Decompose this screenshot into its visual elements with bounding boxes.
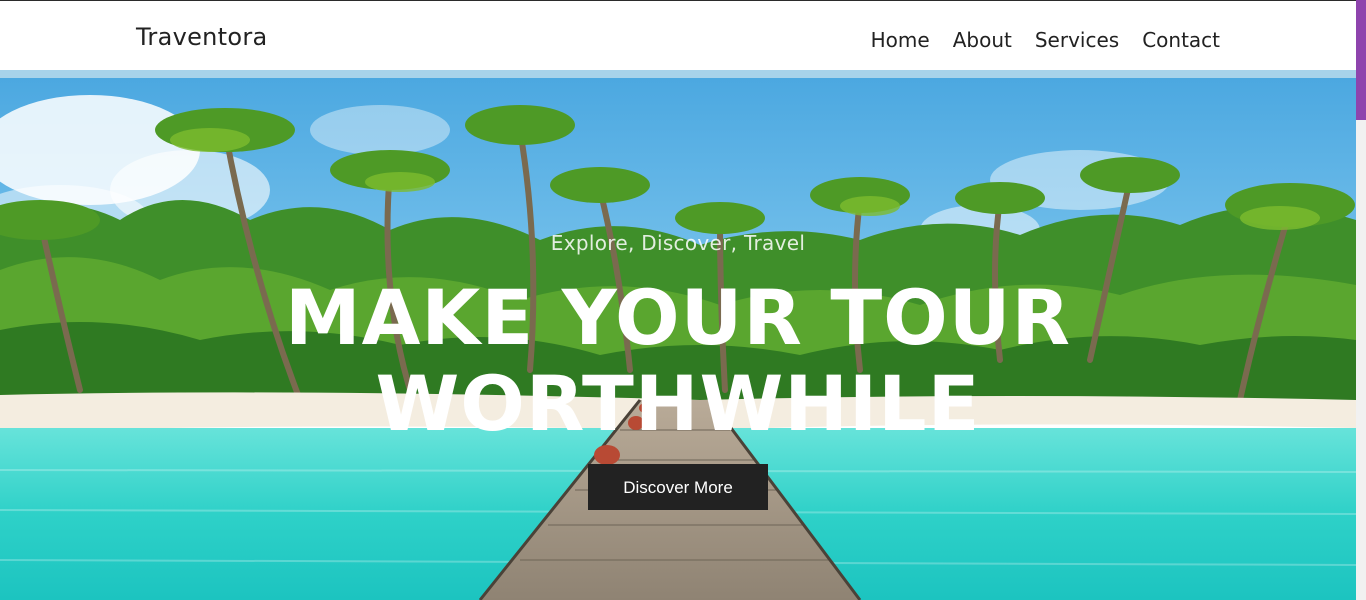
- nav-link-services[interactable]: Services: [1035, 27, 1119, 53]
- discover-more-button[interactable]: Discover More: [588, 464, 768, 510]
- hero-headline-line-1: MAKE YOUR TOUR: [284, 273, 1072, 362]
- nav-link-home[interactable]: Home: [871, 27, 930, 53]
- navbar: Traventora Home About Services Contact: [0, 0, 1356, 70]
- hero-headline: MAKE YOUR TOUR WORTHWHILE: [0, 275, 1356, 447]
- hero-section: Explore, Discover, Travel MAKE YOUR TOUR…: [0, 70, 1356, 600]
- page: Traventora Home About Services Contact E…: [0, 0, 1366, 600]
- hero-tagline: Explore, Discover, Travel: [550, 231, 806, 255]
- scrollbar-thumb[interactable]: [1356, 0, 1366, 120]
- hero-content: Explore, Discover, Travel MAKE YOUR TOUR…: [0, 70, 1356, 600]
- nav-link-about[interactable]: About: [953, 27, 1012, 53]
- nav-links: Home About Services Contact: [848, 27, 1220, 53]
- brand-logo[interactable]: Traventora: [136, 23, 268, 51]
- nav-link-contact[interactable]: Contact: [1142, 27, 1220, 53]
- hero-headline-line-2: WORTHWHILE: [375, 359, 981, 448]
- page-scrollbar[interactable]: [1356, 0, 1366, 600]
